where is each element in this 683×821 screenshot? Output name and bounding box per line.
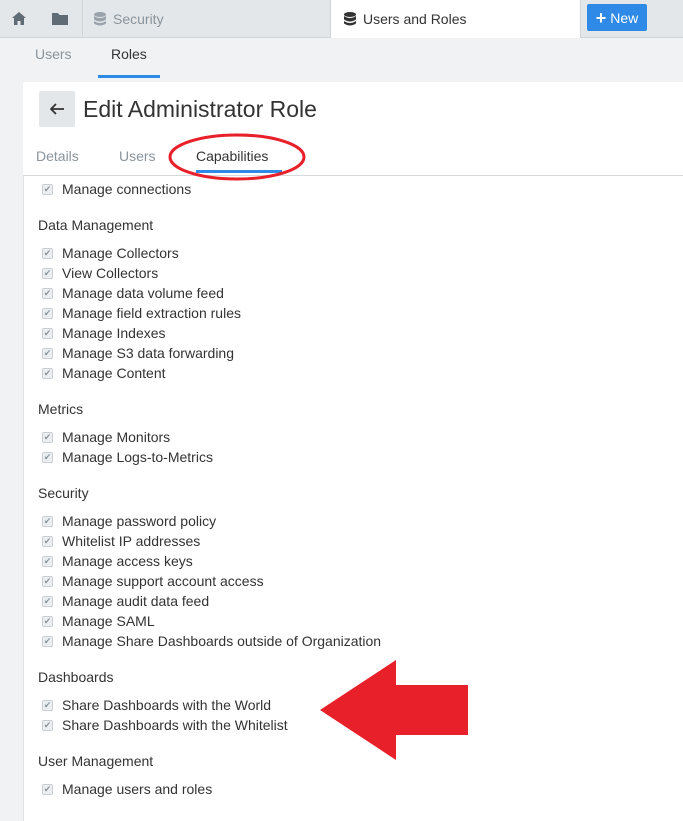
back-button[interactable] xyxy=(39,91,75,127)
plus-icon: + xyxy=(595,7,607,28)
checkbox-checked-icon[interactable]: ✔ xyxy=(42,431,53,443)
capability-label: View Collectors xyxy=(62,265,159,281)
capability-label: Manage support account access xyxy=(62,573,264,589)
capability-label: Manage users and roles xyxy=(62,781,213,797)
subtab-active-indicator xyxy=(98,75,160,78)
capability-label: Manage Monitors xyxy=(62,429,171,445)
capability-item[interactable]: ✔ Manage audit data feed xyxy=(38,591,638,611)
subtab-users[interactable]: Users xyxy=(35,46,72,62)
capability-label: Share Dashboards with the Whitelist xyxy=(62,717,288,733)
capability-label: Manage Content xyxy=(62,365,166,381)
checkbox-checked-icon[interactable]: ✔ xyxy=(42,367,53,379)
tab-users-and-roles-label: Users and Roles xyxy=(363,11,467,27)
capability-label: Manage data volume feed xyxy=(62,285,224,301)
tabs-divider xyxy=(23,175,683,176)
database-icon xyxy=(94,11,106,25)
checkbox-checked-icon[interactable]: ✔ xyxy=(42,327,53,339)
checkbox-checked-icon[interactable]: ✔ xyxy=(42,307,53,319)
arrow-annotation xyxy=(320,660,468,760)
capability-label: Manage audit data feed xyxy=(62,593,210,609)
capability-label: Manage Share Dashboards outside of Organ… xyxy=(62,633,382,649)
checkbox-checked-icon[interactable]: ✔ xyxy=(42,719,53,731)
capability-item[interactable]: ✔ Manage field extraction rules xyxy=(38,303,638,323)
checkbox-checked-icon[interactable]: ✔ xyxy=(42,615,53,627)
capability-item[interactable]: ✔ Whitelist IP addresses xyxy=(38,531,638,551)
capability-item[interactable]: ✔ Manage Indexes xyxy=(38,323,638,343)
capability-section: Security ✔ Manage password policy ✔ Whitelis… xyxy=(38,483,638,651)
section-heading: Data Management xyxy=(38,217,154,233)
checkbox-checked-icon[interactable]: ✔ xyxy=(42,783,53,795)
checkbox-checked-icon[interactable]: ✔ xyxy=(42,267,53,279)
checkbox-checked-icon[interactable]: ✔ xyxy=(42,699,53,711)
capability-item[interactable]: ✔ Manage Collectors xyxy=(38,243,638,263)
tab-security[interactable]: Security xyxy=(82,0,330,37)
capability-item[interactable]: ✔ Manage Logs-to-Metrics xyxy=(38,447,638,467)
page-title: Edit Administrator Role xyxy=(83,96,317,122)
capability-item[interactable]: ✔ View Collectors xyxy=(38,263,638,283)
capability-label: Whitelist IP addresses xyxy=(62,533,201,549)
capability-item[interactable]: ✔ Manage Monitors xyxy=(38,427,638,447)
capability-item[interactable]: ✔ Manage Content xyxy=(38,363,638,383)
tab-details[interactable]: Details xyxy=(36,148,79,164)
capability-item[interactable]: ✔ Manage S3 data forwarding xyxy=(38,343,638,363)
checkbox-checked-icon[interactable]: ✔ xyxy=(42,595,53,607)
subtab-roles[interactable]: Roles xyxy=(111,46,147,62)
divider xyxy=(23,176,24,821)
arrow-left-icon xyxy=(50,103,64,115)
capability-label: Manage Collectors xyxy=(62,245,179,261)
tab-active-indicator xyxy=(196,170,282,173)
tab-users-and-roles[interactable]: Users and Roles xyxy=(330,0,581,38)
checkbox-checked-icon[interactable]: ✔ xyxy=(42,347,53,359)
folder-icon xyxy=(52,12,68,25)
checkbox-checked-icon[interactable]: ✔ xyxy=(42,555,53,567)
new-button[interactable]: + New xyxy=(587,4,647,31)
tab-users[interactable]: Users xyxy=(119,148,156,164)
capability-item[interactable]: ✔ Manage password policy xyxy=(38,511,638,531)
capability-label: Share Dashboards with the World xyxy=(62,697,272,713)
capability-label: Manage field extraction rules xyxy=(62,305,241,321)
home-icon xyxy=(12,11,26,25)
home-button[interactable] xyxy=(0,0,39,36)
capability-item[interactable]: ✔ Manage access keys xyxy=(38,551,638,571)
capability-label: Manage access keys xyxy=(62,553,193,569)
section-heading: Security xyxy=(38,485,89,501)
capability-label: Manage Indexes xyxy=(62,325,166,341)
checkbox-checked-icon[interactable]: ✔ xyxy=(42,451,53,463)
capability-item[interactable]: ✔ Manage data volume feed xyxy=(38,283,638,303)
capability-item[interactable]: ✔ Manage connections xyxy=(38,179,638,199)
tab-security-label: Security xyxy=(113,10,164,27)
capability-label: Manage connections xyxy=(62,181,192,197)
database-icon xyxy=(344,12,356,26)
capability-label: Manage S3 data forwarding xyxy=(62,345,234,361)
checkbox-checked-icon[interactable]: ✔ xyxy=(42,287,53,299)
checkbox-checked-icon[interactable]: ✔ xyxy=(42,575,53,587)
capability-section: Metrics ✔ Manage Monitors ✔ Manage Logs-to-M… xyxy=(38,399,638,467)
capability-item[interactable]: ✔ Manage SAML xyxy=(38,611,638,631)
checkbox-checked-icon[interactable]: ✔ xyxy=(42,247,53,259)
checkbox-checked-icon[interactable]: ✔ xyxy=(42,515,53,527)
capability-item[interactable]: ✔ Manage support account access xyxy=(38,571,638,591)
checkbox-checked-icon[interactable]: ✔ xyxy=(42,183,53,195)
capability-label: Manage Logs-to-Metrics xyxy=(62,449,213,465)
checkbox-checked-icon[interactable]: ✔ xyxy=(42,635,53,647)
capability-item[interactable]: ✔ Manage Share Dashboards outside of Orga… xyxy=(38,631,638,651)
checkbox-checked-icon[interactable]: ✔ xyxy=(42,535,53,547)
section-heading: Metrics xyxy=(38,401,84,417)
library-button[interactable] xyxy=(38,0,83,36)
new-button-label: New xyxy=(610,9,639,26)
top-bar: Security Users and Roles + New xyxy=(0,0,683,38)
tab-capabilities[interactable]: Capabilities xyxy=(196,148,268,164)
capability-label: Manage SAML xyxy=(62,613,155,629)
capability-label: Manage password policy xyxy=(62,513,217,529)
capability-item[interactable]: ✔ Manage users and roles xyxy=(38,779,638,799)
capability-section: Data Management ✔ Manage Collectors ✔ View C… xyxy=(38,215,638,383)
